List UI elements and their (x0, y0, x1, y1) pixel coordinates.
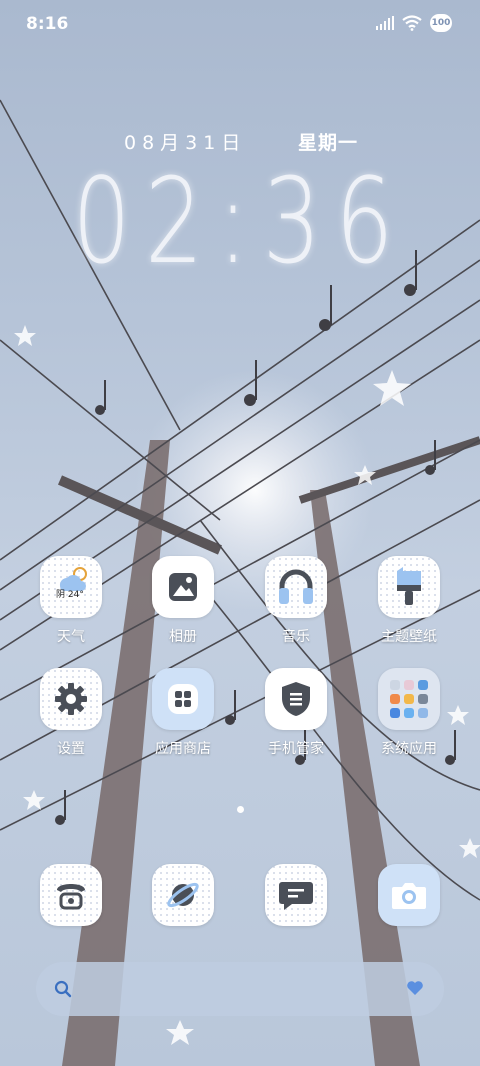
shield-icon (265, 668, 327, 730)
app-label: 手机管家 (268, 741, 324, 757)
app-label: 音乐 (282, 629, 310, 645)
weather-temp: 阴 24° (56, 590, 84, 600)
search-bar[interactable] (36, 962, 444, 1016)
app-settings[interactable]: 设置 (26, 668, 116, 758)
weekday-text: 星期一 (298, 132, 359, 154)
app-phone-manager[interactable]: 手机管家 (251, 668, 341, 758)
app-label: 设置 (57, 741, 85, 757)
folder-icon (378, 668, 440, 730)
signal-icon (376, 16, 394, 30)
app-music[interactable]: 音乐 (251, 556, 341, 646)
app-weather[interactable]: 阴 24° 天气 (26, 556, 116, 646)
app-label: 相册 (169, 629, 197, 645)
gallery-icon (152, 556, 214, 618)
app-theme[interactable]: 主题壁纸 (364, 556, 454, 646)
heart-icon[interactable] (406, 980, 424, 996)
app-system-folder[interactable]: 系统应用 (364, 668, 454, 758)
browser-planet-icon (152, 864, 214, 926)
headphones-icon (265, 556, 327, 618)
date-text: 08月31日 (124, 132, 247, 154)
theme-brush-icon (378, 556, 440, 618)
camera-icon (378, 864, 440, 926)
phone-icon (40, 864, 102, 926)
status-bar: 8:16 100 (0, 0, 480, 50)
app-label: 系统应用 (381, 741, 437, 757)
wifi-icon (402, 15, 422, 31)
weather-icon: 阴 24° (40, 556, 102, 618)
app-label: 应用商店 (155, 741, 211, 757)
app-store-icon (152, 668, 214, 730)
big-clock[interactable]: 02:36 (53, 152, 427, 290)
dock-browser[interactable] (138, 864, 228, 926)
status-time: 8:16 (26, 14, 69, 34)
app-gallery[interactable]: 相册 (138, 556, 228, 646)
gear-icon (40, 668, 102, 730)
message-icon (265, 864, 327, 926)
app-store[interactable]: 应用商店 (138, 668, 228, 758)
dock-messages[interactable] (251, 864, 341, 926)
app-label: 天气 (57, 629, 85, 645)
dock-phone[interactable] (26, 864, 116, 926)
page-indicator (0, 798, 480, 817)
search-icon[interactable] (54, 980, 72, 998)
dock-camera[interactable] (364, 864, 454, 926)
battery-indicator: 100 (430, 14, 452, 32)
app-label: 主题壁纸 (381, 629, 437, 645)
